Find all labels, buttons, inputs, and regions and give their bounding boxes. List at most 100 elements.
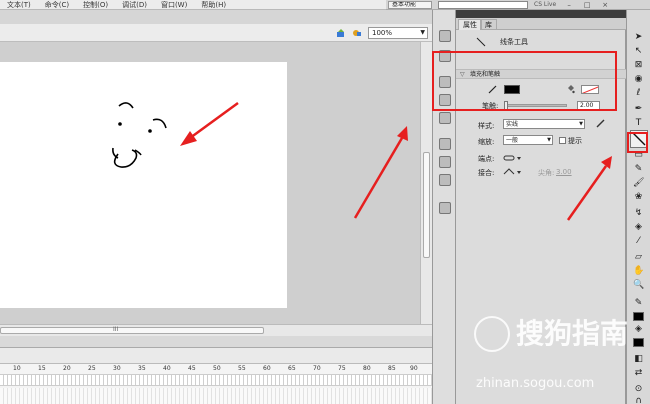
frame-number: 30 [113, 365, 121, 372]
chevron-down-icon: ▼ [547, 137, 551, 143]
menu-item-commands[interactable]: 命令(C) [38, 1, 76, 9]
top-right-bar: 基本功能 CS Live – □ × [386, 0, 650, 10]
pen-tool-icon[interactable]: ✒ [633, 104, 644, 114]
zoom-value: 100% [372, 29, 393, 37]
history-panel-icon[interactable] [439, 202, 451, 214]
join-label: 接合: [478, 169, 495, 177]
chevron-down-icon: ▼ [420, 29, 425, 36]
pencil-tool-icon[interactable]: ✎ [633, 164, 644, 174]
cap-label: 端点: [478, 155, 495, 163]
hand-tool-icon[interactable]: ✋ [633, 266, 644, 276]
chevron-down-icon: ▼ [579, 121, 583, 127]
maximize-icon[interactable]: □ [582, 1, 592, 9]
selection-tool-icon[interactable]: ➤ [633, 32, 644, 42]
stroke-color-pencil-icon: ✎ [634, 298, 643, 308]
stage-canvas[interactable] [0, 62, 287, 308]
frame-number: 70 [313, 365, 321, 372]
watermark-url: zhinan.sogou.com [476, 376, 595, 391]
properties-tabs: 属性 库 [456, 18, 626, 30]
zoom-select[interactable]: 100% ▼ [368, 27, 428, 39]
sogou-logo-icon [474, 316, 510, 352]
eraser-tool-icon[interactable]: ▱ [633, 252, 644, 262]
hint-checkbox[interactable] [559, 137, 566, 144]
tool-name: 线条工具 [500, 38, 528, 46]
timeline-header [0, 336, 432, 348]
frame-number: 55 [238, 365, 246, 372]
eyedropper-tool-icon[interactable]: ⁄ [633, 236, 644, 246]
frame-cells-secondary[interactable] [0, 388, 432, 404]
frame-number: 80 [363, 365, 371, 372]
horizontal-scroll-thumb[interactable]: III [0, 326, 264, 334]
join-style-select[interactable] [503, 168, 523, 176]
menu-item-window[interactable]: 窗口(W) [154, 1, 194, 9]
edit-scene-icon[interactable] [336, 28, 346, 38]
timeline-layer-row[interactable] [0, 348, 432, 364]
frame-number: 90 [410, 365, 418, 372]
menu-item-text[interactable]: 文本(T) [0, 1, 38, 9]
menu-item-debug[interactable]: 调试(D) [115, 1, 154, 9]
bone-tool-icon[interactable]: ↯ [633, 208, 644, 218]
cs-live-button[interactable]: CS Live [534, 1, 556, 8]
frame-number: 20 [63, 365, 71, 372]
scale-select[interactable]: 一般 ▼ [503, 135, 553, 145]
scale-label: 缩放: [478, 138, 495, 146]
swap-colors-icon[interactable]: ⇄ [633, 368, 644, 378]
cap-style-select[interactable] [503, 154, 523, 162]
text-tool-icon[interactable]: T [633, 118, 644, 128]
paint-bucket-tool-icon[interactable]: ◈ [633, 222, 644, 232]
miter-value[interactable]: 3.00 [556, 168, 572, 176]
style-value: 实线 [506, 121, 519, 128]
workspace-select[interactable]: 基本功能 [388, 0, 432, 9]
hint-label: 提示 [568, 137, 582, 145]
tab-properties[interactable]: 属性 [458, 19, 482, 30]
stage-horizontal-scrollbar[interactable]: III [0, 324, 432, 336]
frame-number: 40 [163, 365, 171, 372]
frame-number: 60 [263, 365, 271, 372]
stage-vertical-scrollbar[interactable] [420, 42, 432, 324]
deco-tool-icon[interactable]: ❀ [633, 192, 644, 202]
style-select[interactable]: 实线 ▼ [503, 119, 585, 129]
frame-number: 85 [388, 365, 396, 372]
3d-rotation-tool-icon[interactable]: ◉ [633, 74, 644, 84]
edit-symbol-icon[interactable] [352, 28, 362, 38]
tool-option-icon[interactable]: ∩ [633, 396, 644, 404]
free-transform-tool-icon[interactable]: ⊠ [633, 60, 644, 70]
brush-tool-icon[interactable]: 🖌 [633, 178, 644, 188]
vertical-scroll-thumb[interactable] [423, 152, 430, 258]
frame-number: 25 [88, 365, 96, 372]
scale-value: 一般 [506, 137, 519, 144]
frame-number: 65 [288, 365, 296, 372]
close-icon[interactable]: × [600, 1, 610, 9]
edit-bar: 100% ▼ [0, 24, 432, 42]
line-tool-icon [476, 37, 486, 47]
menu-item-control[interactable]: 控制(O) [76, 1, 115, 9]
subselection-tool-icon[interactable]: ↖ [633, 46, 644, 56]
frame-number: 45 [188, 365, 196, 372]
menu-item-help[interactable]: 帮助(H) [194, 1, 233, 9]
scroll-grip: III [113, 326, 119, 333]
frame-number: 35 [138, 365, 146, 372]
snap-to-objects-icon[interactable]: ⊙ [633, 384, 644, 394]
tab-library[interactable]: 库 [480, 19, 497, 30]
frame-number: 50 [213, 365, 221, 372]
miter-label: 尖角: [538, 169, 555, 177]
motion-presets-icon[interactable] [439, 174, 451, 186]
code-snippets-icon[interactable] [439, 138, 451, 150]
help-search-input[interactable] [438, 0, 528, 9]
color-panel-icon[interactable] [439, 30, 451, 42]
highlight-fill-stroke-box [432, 51, 617, 111]
menu-bar: 文本(T) 命令(C) 控制(O) 调试(D) 窗口(W) 帮助(H) [0, 0, 432, 10]
minimize-icon[interactable]: – [564, 1, 574, 9]
smiley-drawing [112, 102, 167, 168]
panel-top-bar [456, 10, 650, 18]
flash-app: 文本(T) 命令(C) 控制(O) 调试(D) 窗口(W) 帮助(H) 基本功能… [0, 0, 650, 404]
watermark-logo: 搜狗指南 [474, 316, 644, 360]
timeline-frame-ruler[interactable]: 10 15 20 25 30 35 40 45 50 55 60 65 70 7… [0, 364, 432, 404]
frame-cells[interactable] [0, 374, 432, 386]
transform-panel-icon[interactable] [439, 112, 451, 124]
edit-stroke-style-icon[interactable] [596, 119, 605, 128]
components-icon[interactable] [439, 156, 451, 168]
lasso-tool-icon[interactable]: ℓ [633, 88, 644, 98]
zoom-tool-icon[interactable]: 🔍 [633, 280, 644, 290]
watermark-text: 搜狗指南 [516, 317, 629, 350]
